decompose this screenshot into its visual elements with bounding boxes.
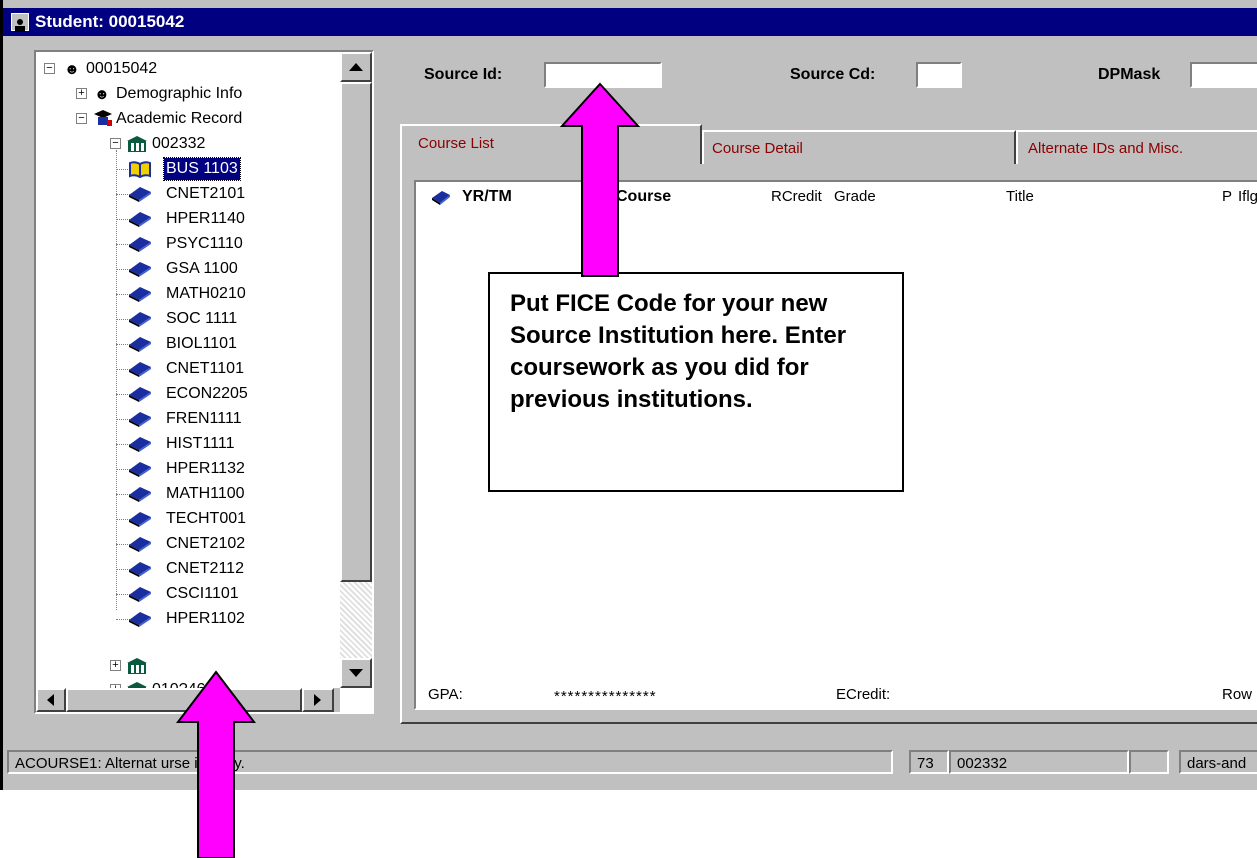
column-rcredit[interactable]: RCredit [771,188,822,205]
book-icon [128,260,152,285]
window-title: Student: 00015042 [35,12,185,31]
course-label: HIST1111 [166,435,235,452]
course-label: CNET1101 [166,360,244,377]
scroll-down-button[interactable] [340,658,372,688]
book-icon [430,188,452,211]
course-label: GSA 1100 [166,260,238,277]
scroll-left-button[interactable] [36,688,66,712]
tree-label-root: 00015042 [86,60,158,77]
tab-alternate-ids-label: Alternate IDs and Misc. [1028,140,1184,157]
course-label: SOC 1111 [166,310,238,327]
book-icon [128,210,152,235]
gpa-value: *************** [554,688,657,705]
book-icon [128,560,152,585]
open-book-icon [128,160,152,185]
course-tree[interactable]: − ☻ 00015042 + ☻ Demographic Info − Acad… [34,50,374,714]
source-cd-input[interactable] [916,62,962,88]
status-institution: 002332 [949,750,1129,774]
arrow-up-icon [559,82,641,277]
collapse-icon[interactable]: − [44,63,55,74]
tab-course-list[interactable]: Course List [400,124,702,164]
column-title[interactable]: Title [1006,188,1034,205]
status-count: 73 [909,750,949,774]
course-label: MATH0210 [166,285,246,302]
dpmask-label: DPMask [1098,66,1161,83]
tree-label-institution: 002332 [152,135,206,152]
book-icon [128,510,152,535]
row-label: Row [1222,686,1253,703]
book-icon [128,360,152,385]
source-id-label: Source Id: [424,66,503,83]
course-label: FREN1111 [166,410,242,427]
course-label: BIOL1101 [166,335,237,352]
book-icon [128,535,152,560]
course-label: CNET2112 [166,560,244,577]
book-icon [128,385,152,410]
course-label: HPER1140 [166,210,245,227]
expand-icon[interactable]: + [110,660,121,671]
book-icon [128,285,152,310]
expand-icon[interactable]: + [76,88,87,99]
column-yrtm[interactable]: YR/TM [462,188,512,206]
ecredit-label: ECredit: [836,686,891,703]
book-icon [128,435,152,460]
book-icon [128,460,152,485]
book-icon [128,585,152,610]
course-label: MATH1100 [166,485,245,502]
tab-course-list-label: Course List [418,135,494,152]
list-header: YR/TM Course RCredit Grade Title P Iflg [416,182,1257,210]
arrow-up-icon-bottom [175,670,257,858]
scroll-right-button[interactable] [302,688,334,712]
callout-note: Put FICE Code for your new Source Instit… [488,272,904,492]
building-icon [126,657,148,682]
course-label: CNET2102 [166,535,246,552]
tree-vertical-scrollbar[interactable] [340,52,372,688]
tree-label-academic: Academic Record [116,110,243,127]
person-icon: ☻ [94,86,110,103]
gpa-label: GPA: [428,686,463,703]
book-icon [128,310,152,335]
book-icon [128,335,152,360]
tab-course-detail[interactable]: Course Detail [702,130,1016,164]
course-label: CSCI1101 [166,585,239,602]
course-label: ECON2205 [166,385,248,402]
course-label: BUS 1103 [163,157,241,181]
column-grade[interactable]: Grade [834,188,876,205]
dpmask-input[interactable] [1190,62,1257,88]
book-icon [128,185,152,210]
course-label: TECHT001 [166,510,247,527]
student-icon [11,13,29,32]
column-p[interactable]: P [1222,188,1232,205]
title-bar: Student: 00015042 [3,8,1257,36]
status-user: dars-and [1179,750,1257,774]
scroll-up-button[interactable] [340,52,372,82]
tab-course-detail-label: Course Detail [712,140,803,157]
course-label: HPER1132 [166,460,245,477]
tab-alternate-ids[interactable]: Alternate IDs and Misc. [1016,130,1257,164]
course-label: CNET2101 [166,185,246,202]
book-icon [128,410,152,435]
source-cd-label: Source Cd: [790,66,876,83]
course-label: PSYC1110 [166,235,243,252]
book-icon [128,235,152,260]
course-label: HPER1102 [166,610,245,627]
student-icon: ☻ [64,61,80,78]
book-icon [128,485,152,510]
column-iflg[interactable]: Iflg [1238,188,1257,205]
collapse-icon[interactable]: − [110,138,121,149]
status-message: ACOURSE1: Alternat urse identity. [7,750,893,774]
collapse-icon[interactable]: − [76,113,87,124]
status-blank [1129,750,1169,774]
building-icon [126,135,148,160]
graduate-icon [92,108,114,135]
scroll-thumb[interactable] [340,82,372,582]
book-icon [128,610,152,635]
tree-label-demographic: Demographic Info [116,85,243,102]
